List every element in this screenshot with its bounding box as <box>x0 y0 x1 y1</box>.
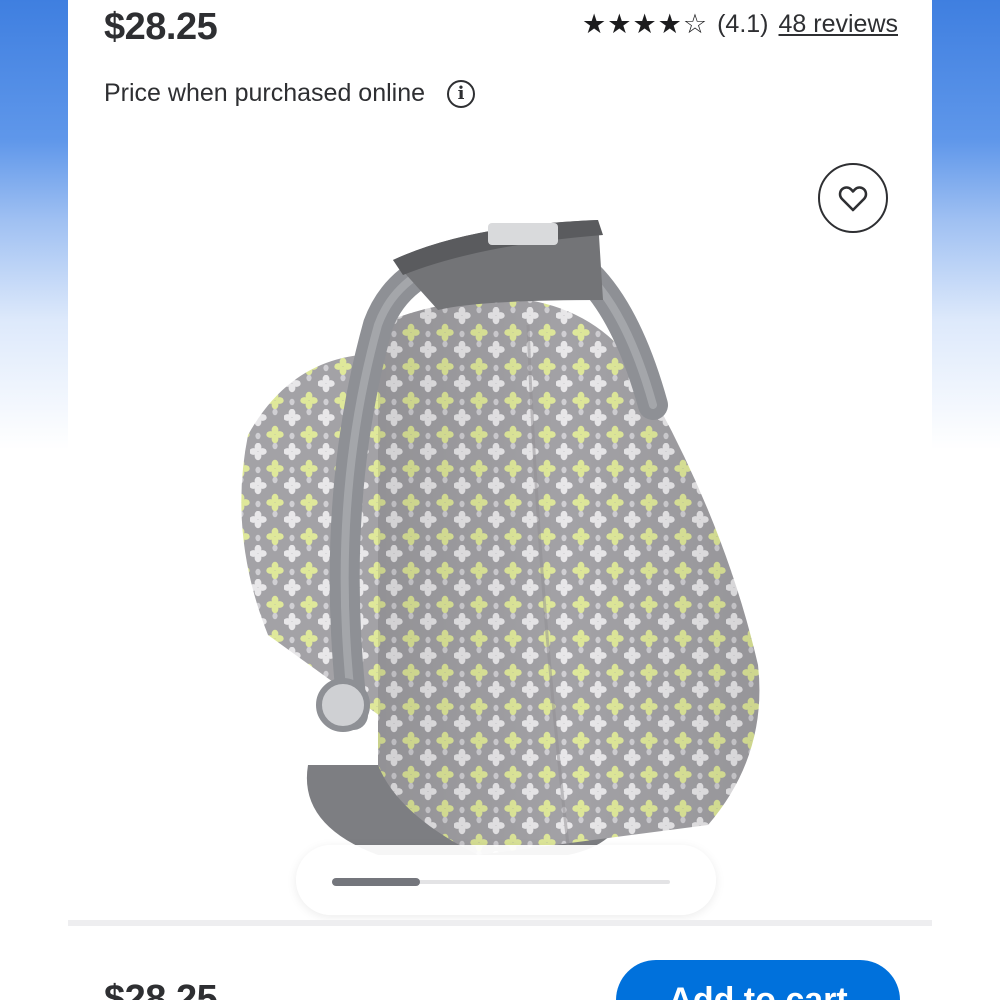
carousel-scroll-thumb[interactable] <box>332 878 420 886</box>
star-rating: ★ ★ ★ ★ ☆ <box>582 11 707 38</box>
carousel-scroll-track <box>332 878 670 886</box>
info-icon[interactable]: i <box>447 79 476 108</box>
add-to-cart-button[interactable]: Add to cart <box>616 960 900 1000</box>
sticky-bar-price: $28.25 <box>104 978 218 1000</box>
star-filled-icon: ★ <box>657 9 682 39</box>
section-divider <box>68 920 932 926</box>
product-image[interactable] <box>148 205 848 905</box>
price-note-text: Price when purchased online <box>104 79 426 107</box>
rating-value: (4.1) <box>717 10 769 38</box>
rating-summary[interactable]: ★ ★ ★ ★ ☆ (4.1) 48 reviews <box>582 10 898 39</box>
product-price: $28.25 <box>104 6 218 48</box>
star-empty-icon: ☆ <box>682 9 708 39</box>
price-note: Price when purchased online i <box>104 79 476 108</box>
image-carousel-indicator[interactable] <box>296 845 716 915</box>
star-filled-icon: ★ <box>632 9 657 39</box>
product-card: $28.25 ★ ★ ★ ★ ☆ (4.1) 48 reviews Price … <box>68 0 932 1000</box>
star-filled-icon: ★ <box>607 9 632 39</box>
star-filled-icon: ★ <box>582 9 607 39</box>
reviews-link[interactable]: 48 reviews <box>779 10 899 39</box>
